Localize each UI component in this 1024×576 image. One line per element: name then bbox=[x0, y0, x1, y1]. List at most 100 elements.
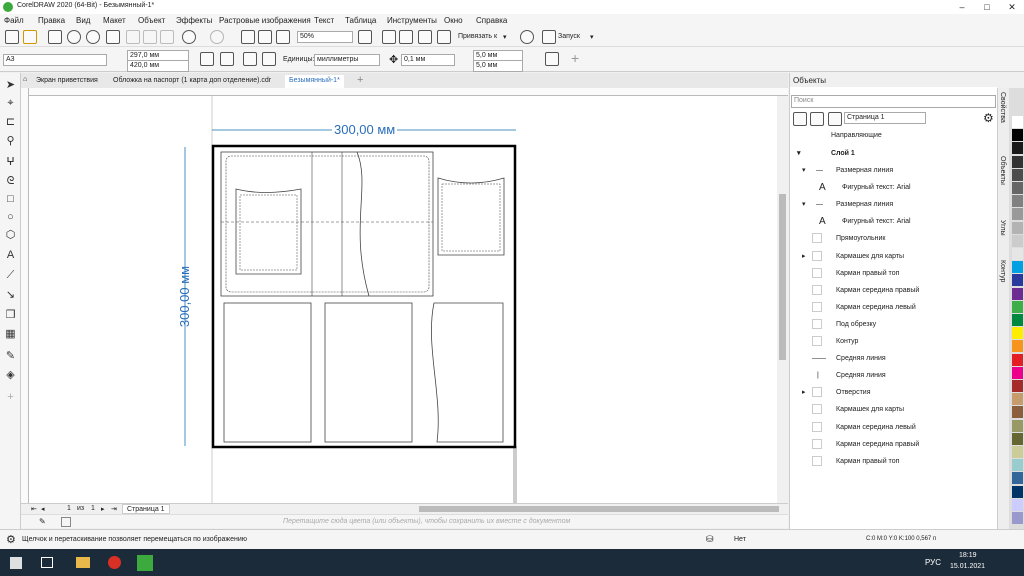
show-guides-icon[interactable] bbox=[418, 30, 432, 44]
menu-help[interactable]: Справка bbox=[476, 16, 507, 25]
menu-bitmaps[interactable]: Растровые изображения bbox=[219, 16, 311, 25]
object-row[interactable]: Под обрезку bbox=[790, 316, 996, 333]
object-row[interactable]: Карман правый топ bbox=[790, 265, 996, 282]
color-swatch[interactable] bbox=[1012, 512, 1023, 524]
page-select[interactable]: Страница 1 bbox=[844, 112, 926, 124]
side-tab-corners[interactable]: Углы bbox=[999, 220, 1006, 236]
menu-edit[interactable]: Правка bbox=[38, 16, 65, 25]
pocket-middle-left[interactable] bbox=[235, 188, 302, 275]
color-swatch[interactable] bbox=[1012, 498, 1023, 511]
color-swatch[interactable] bbox=[1012, 261, 1023, 274]
portrait-icon[interactable] bbox=[200, 52, 214, 66]
expand-icon[interactable]: ▾ bbox=[797, 145, 801, 162]
menu-tools[interactable]: Инструменты bbox=[387, 16, 437, 25]
pocket-middle-right-contour[interactable] bbox=[356, 151, 370, 297]
new-document-icon[interactable] bbox=[5, 30, 19, 44]
color-swatch[interactable] bbox=[1012, 274, 1023, 287]
full-screen-icon[interactable] bbox=[358, 30, 372, 44]
first-page-icon[interactable]: ⇤ bbox=[31, 505, 37, 513]
polygon-tool-icon[interactable]: ⬡ bbox=[4, 229, 17, 242]
color-swatch[interactable] bbox=[1012, 340, 1023, 353]
menu-window[interactable]: Окно bbox=[444, 16, 463, 25]
object-row[interactable]: ▾ — Размерная линия bbox=[790, 162, 996, 179]
pocket-right-lower[interactable] bbox=[431, 302, 504, 443]
menu-file[interactable]: Файл bbox=[4, 16, 24, 25]
horizontal-dimension-text[interactable]: 300,00 мм bbox=[332, 122, 398, 137]
snap-to-dropdown[interactable]: Привязать к bbox=[458, 33, 497, 40]
object-row[interactable]: Контур bbox=[790, 333, 996, 350]
menu-text[interactable]: Текст bbox=[314, 16, 334, 25]
menu-view[interactable]: Вид bbox=[76, 16, 90, 25]
file-explorer-icon[interactable] bbox=[76, 557, 90, 568]
color-swatch[interactable] bbox=[1012, 446, 1023, 458]
object-row[interactable]: ▾ — Размерная линия bbox=[790, 196, 996, 213]
paste-icon[interactable] bbox=[160, 30, 174, 44]
connector-tool-icon[interactable]: ↘ bbox=[4, 289, 17, 302]
color-swatch[interactable] bbox=[1012, 380, 1023, 392]
outer-cut-rectangle[interactable] bbox=[211, 144, 517, 449]
object-row[interactable]: Карман середина левый bbox=[790, 299, 996, 316]
tab-menu-icon[interactable]: ⌂ bbox=[23, 76, 27, 83]
color-swatch[interactable] bbox=[1012, 459, 1023, 472]
publish-pdf-icon[interactable] bbox=[276, 30, 290, 44]
object-row[interactable]: Карман середина правый bbox=[790, 436, 996, 453]
gear-icon[interactable]: ⚙ bbox=[983, 111, 994, 125]
undo-icon[interactable] bbox=[182, 30, 196, 44]
layers-icon[interactable] bbox=[810, 112, 824, 126]
pocket-right-top-stitch[interactable] bbox=[441, 183, 501, 252]
color-swatch[interactable] bbox=[1012, 432, 1023, 445]
next-page-icon[interactable]: ▸ bbox=[101, 505, 105, 513]
color-swatch[interactable] bbox=[1012, 234, 1023, 247]
pick-tool-icon[interactable]: ➤ bbox=[4, 79, 17, 92]
new-tab-icon[interactable]: + bbox=[357, 74, 363, 86]
no-color-swatch[interactable] bbox=[61, 517, 71, 527]
object-row[interactable]: A Фигурный текст: Arial bbox=[790, 213, 996, 230]
cloud-download-icon[interactable] bbox=[86, 30, 100, 44]
menu-object[interactable]: Объект bbox=[138, 16, 165, 25]
drawing-canvas[interactable]: 300,00 мм 300,00 мм bbox=[29, 96, 777, 503]
color-swatch[interactable] bbox=[1012, 155, 1023, 168]
color-swatch[interactable] bbox=[1012, 314, 1023, 326]
page-border-icon[interactable] bbox=[545, 52, 559, 66]
tab-untitled[interactable]: Безымянный-1* bbox=[285, 75, 344, 88]
duplicate-y-field[interactable]: 5,0 мм bbox=[473, 60, 523, 72]
object-row[interactable]: Кармашек для карты bbox=[790, 401, 996, 418]
object-row[interactable]: ▸ Отверстия bbox=[790, 384, 996, 401]
color-swatch[interactable] bbox=[1012, 300, 1023, 313]
color-swatch[interactable] bbox=[1012, 366, 1023, 379]
tab-passport-cover[interactable]: Обложка на паспорт (1 карта доп отделени… bbox=[109, 75, 275, 88]
objects-search-input[interactable]: Поиск bbox=[791, 95, 996, 108]
color-swatch[interactable] bbox=[1012, 419, 1023, 432]
redo-icon[interactable] bbox=[210, 30, 224, 44]
transparency-tool-icon[interactable]: ▦ bbox=[4, 328, 17, 341]
color-swatch[interactable] bbox=[1012, 208, 1023, 221]
color-swatch[interactable] bbox=[1012, 221, 1023, 234]
pocket-right-top[interactable] bbox=[437, 177, 505, 256]
object-row[interactable]: Карман середина левый bbox=[790, 419, 996, 436]
dimension-tool-icon[interactable]: ⟋ bbox=[4, 269, 17, 282]
side-tab-outline[interactable]: Контур bbox=[999, 260, 1006, 282]
vertical-ruler[interactable] bbox=[21, 88, 29, 503]
layer-1-row[interactable]: ▾ Слой 1 bbox=[790, 145, 996, 162]
color-swatch[interactable] bbox=[1012, 168, 1023, 181]
coreldraw-taskbar-icon[interactable] bbox=[137, 555, 153, 571]
open-folder-icon[interactable] bbox=[23, 30, 37, 44]
input-language[interactable]: РУС bbox=[925, 558, 941, 567]
side-tab-objects[interactable]: Объекты bbox=[999, 156, 1006, 185]
landscape-icon[interactable] bbox=[220, 52, 234, 66]
color-swatch[interactable] bbox=[1012, 485, 1023, 498]
color-swatch[interactable] bbox=[1012, 406, 1023, 419]
tab-welcome[interactable]: Экран приветствия bbox=[32, 75, 102, 88]
save-icon[interactable] bbox=[48, 30, 62, 44]
shadow-tool-icon[interactable]: ❒ bbox=[4, 309, 17, 322]
color-swatch[interactable] bbox=[1012, 353, 1023, 366]
card-pocket-stitch[interactable] bbox=[225, 155, 430, 293]
show-grid-icon[interactable] bbox=[399, 30, 413, 44]
chevron-down-icon[interactable]: ▾ bbox=[590, 33, 594, 41]
text-tool-icon[interactable]: A bbox=[4, 249, 17, 262]
vertical-dimension-text[interactable]: 300,00 мм bbox=[177, 244, 192, 349]
all-pages-icon[interactable] bbox=[243, 52, 257, 66]
ellipse-tool-icon[interactable]: ○ bbox=[4, 211, 17, 224]
vertical-scroll-thumb[interactable] bbox=[779, 194, 786, 360]
pocket-middle-right-lower[interactable] bbox=[324, 302, 413, 443]
